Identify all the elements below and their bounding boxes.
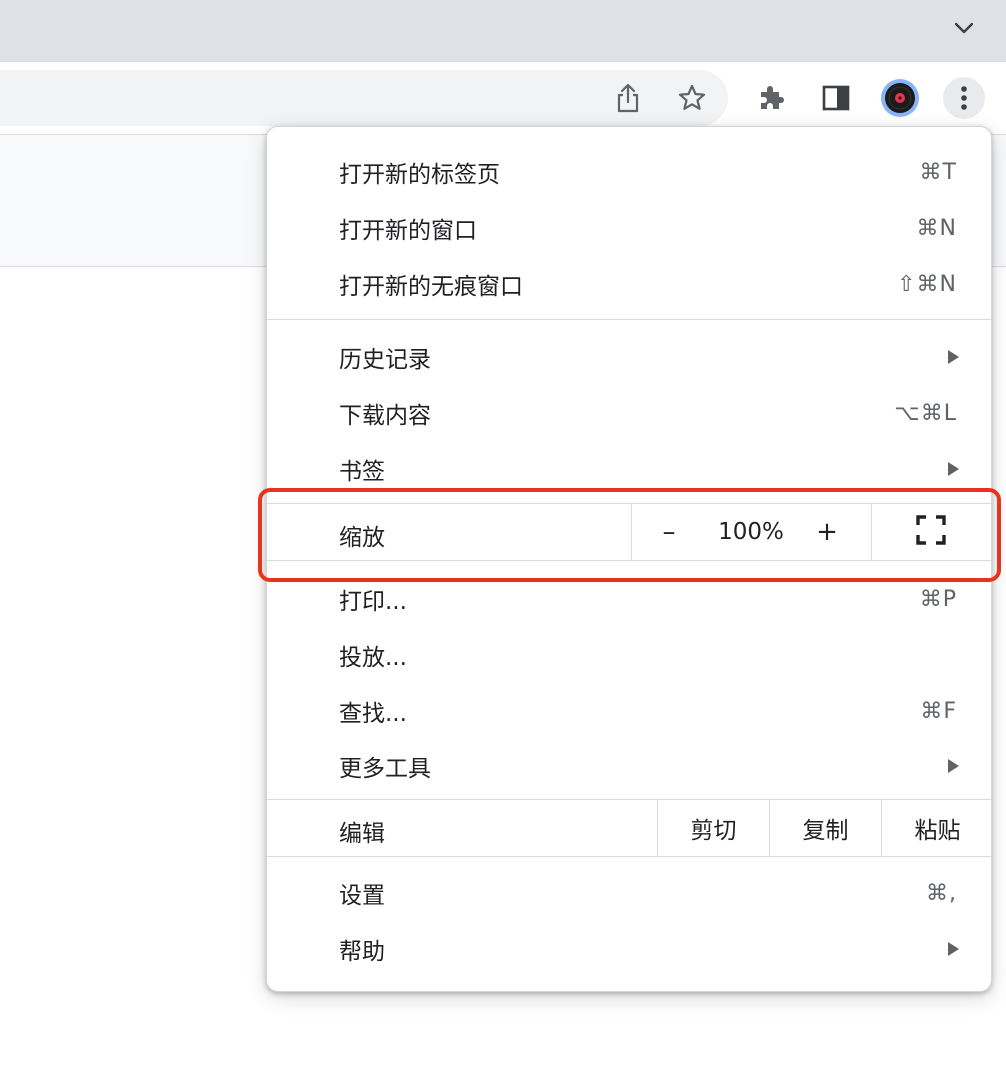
submenu-arrow-icon — [948, 350, 959, 364]
menu-item-help[interactable]: 帮助 — [267, 923, 991, 975]
menu-item-shortcut: ⌘F — [920, 698, 957, 724]
menu-item-shortcut: ⌘T — [919, 159, 957, 185]
menu-item-label: 设置 — [339, 883, 385, 909]
menu-item-label: 下载内容 — [339, 403, 431, 429]
menu-item-shortcut: ⌘, — [926, 880, 957, 906]
menu-item-cast[interactable]: 投放... — [267, 629, 991, 681]
copy-button[interactable]: 复制 — [769, 800, 881, 856]
menu-item-history[interactable]: 历史记录 — [267, 331, 991, 383]
menu-item-label: 历史记录 — [339, 347, 431, 373]
menu-item-label: 打开新的窗口 — [339, 218, 477, 244]
menu-item-find[interactable]: 查找... ⌘F — [267, 685, 991, 737]
menu-item-label: 投放... — [339, 645, 407, 671]
submenu-arrow-icon — [948, 462, 959, 476]
menu-item-label: 打开新的无痕窗口 — [339, 274, 523, 300]
menu-item-settings[interactable]: 设置 ⌘, — [267, 867, 991, 919]
profile-avatar[interactable] — [879, 77, 921, 119]
side-panel-icon[interactable] — [815, 77, 857, 119]
edit-label: 编辑 — [339, 821, 385, 847]
menu-item-label: 打开新的标签页 — [339, 162, 500, 188]
menu-item-new-window[interactable]: 打开新的窗口 ⌘N — [267, 202, 991, 254]
menu-divider — [267, 319, 991, 320]
menu-item-new-tab[interactable]: 打开新的标签页 ⌘T — [267, 146, 991, 198]
tab-strip — [0, 0, 1006, 62]
menu-item-downloads[interactable]: 下载内容 ⌥⌘L — [267, 387, 991, 439]
menu-item-shortcut: ⌘N — [916, 215, 957, 241]
menu-item-new-incognito-window[interactable]: 打开新的无痕窗口 ⇧⌘N — [267, 258, 991, 310]
menu-item-label: 书签 — [339, 459, 385, 485]
vertical-dots-icon[interactable] — [943, 77, 985, 119]
menu-item-shortcut: ⌥⌘L — [894, 400, 957, 426]
submenu-arrow-icon — [948, 942, 959, 956]
star-icon[interactable] — [671, 77, 713, 119]
menu-item-shortcut: ⌘P — [919, 586, 957, 612]
paste-button[interactable]: 粘贴 — [881, 800, 993, 856]
puzzle-icon[interactable] — [751, 77, 793, 119]
submenu-arrow-icon — [948, 759, 959, 773]
zoom-row-highlight-annotation — [258, 488, 1001, 582]
cut-button[interactable]: 剪切 — [657, 800, 769, 856]
menu-item-shortcut: ⇧⌘N — [897, 271, 957, 297]
share-icon[interactable] — [607, 77, 649, 119]
edit-row: 编辑 剪切 复制 粘贴 — [267, 799, 991, 857]
chevron-down-icon[interactable] — [950, 14, 978, 42]
menu-item-label: 查找... — [339, 701, 407, 727]
menu-item-label: 更多工具 — [339, 756, 431, 782]
menu-item-label: 帮助 — [339, 939, 385, 965]
browser-toolbar — [0, 62, 1006, 134]
menu-item-label: 打印... — [339, 589, 407, 615]
menu-item-more-tools[interactable]: 更多工具 — [267, 740, 991, 792]
